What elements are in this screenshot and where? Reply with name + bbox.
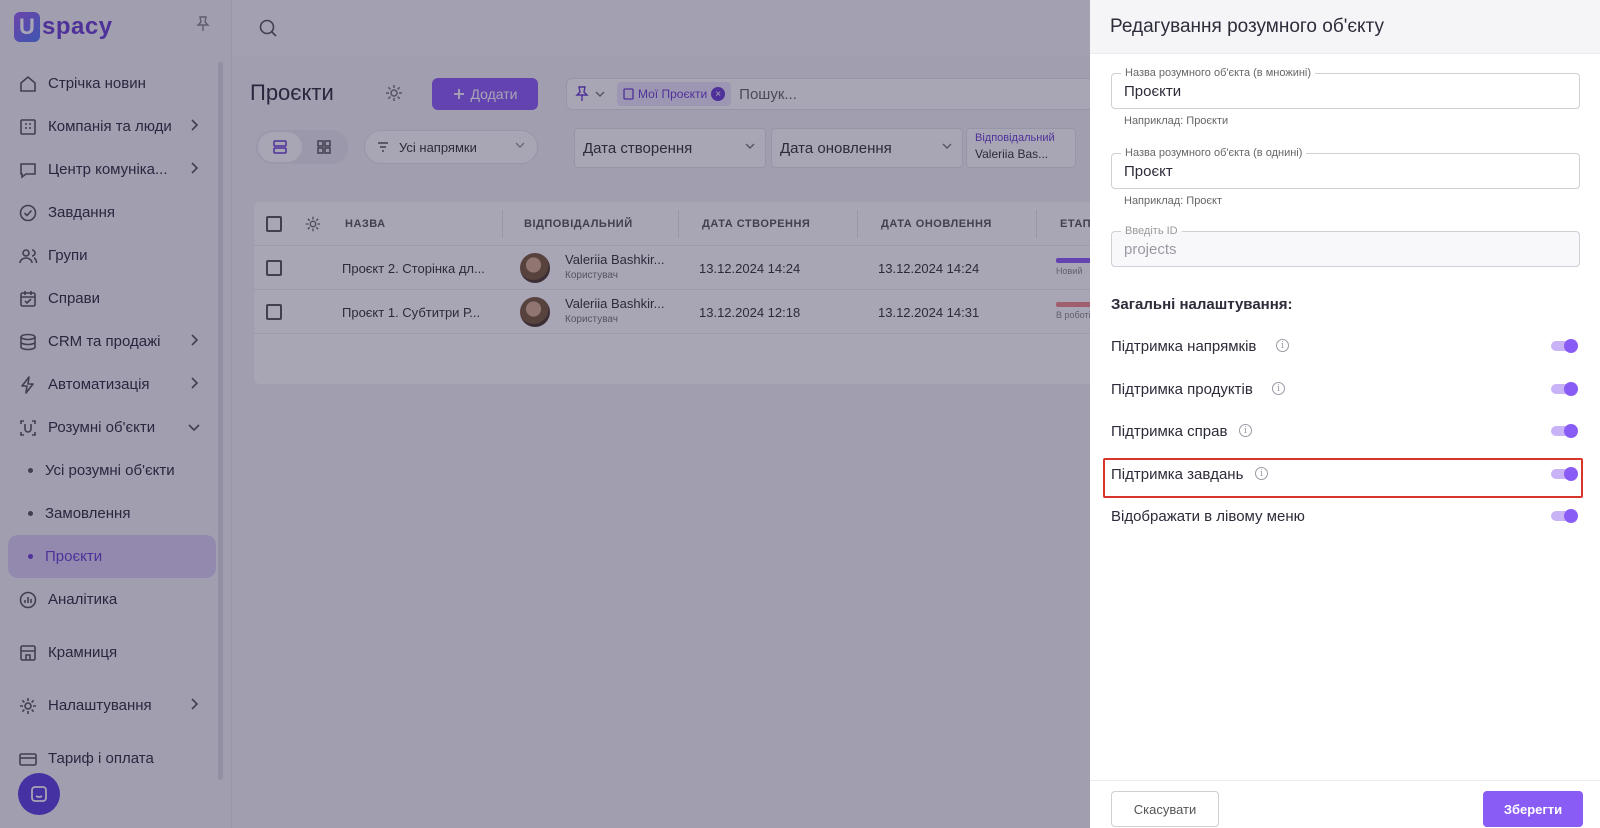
id-label: Введіть ID xyxy=(1121,225,1182,237)
singular-name-field[interactable]: Назва розумного об'єкта (в однині) Проєк… xyxy=(1111,147,1580,189)
plural-name-input[interactable]: Проєкти xyxy=(1124,83,1181,100)
toggle-label: Підтримка продуктів xyxy=(1111,381,1253,398)
info-icon[interactable]: i xyxy=(1272,382,1285,395)
plural-name-label: Назва розумного об'єкта (в множині) xyxy=(1121,67,1316,79)
info-icon[interactable]: i xyxy=(1255,467,1268,480)
toggle-label: Підтримка завдань xyxy=(1111,466,1244,483)
switch-knob xyxy=(1564,382,1578,396)
toggle-row-left-menu: Відображати в лівому меню xyxy=(1111,501,1580,531)
switch-knob xyxy=(1564,467,1578,481)
toggle-row-directions: Підтримка напрямків i xyxy=(1111,331,1580,361)
singular-name-hint: Наприклад: Проєкт xyxy=(1124,195,1223,207)
toggle-switch-directions[interactable] xyxy=(1551,339,1578,353)
switch-knob xyxy=(1564,509,1578,523)
plural-name-field[interactable]: Назва розумного об'єкта (в множині) Проє… xyxy=(1111,67,1580,109)
toggle-switch-activities[interactable] xyxy=(1551,424,1578,438)
toggle-label: Підтримка напрямків xyxy=(1111,338,1257,355)
toggle-switch-left-menu[interactable] xyxy=(1551,509,1578,523)
edit-smart-object-drawer: Редагування розумного об'єкту Назва розу… xyxy=(1090,0,1600,828)
toggle-row-activities: Підтримка справ i xyxy=(1111,416,1580,446)
id-input: projects xyxy=(1124,241,1177,258)
singular-name-input[interactable]: Проєкт xyxy=(1124,163,1173,180)
switch-knob xyxy=(1564,339,1578,353)
toggle-label: Відображати в лівому меню xyxy=(1111,508,1305,525)
save-button[interactable]: Зберегти xyxy=(1483,791,1583,827)
toggle-switch-products[interactable] xyxy=(1551,382,1578,396)
toggle-row-products: Підтримка продуктів i xyxy=(1111,374,1580,404)
cancel-button[interactable]: Скасувати xyxy=(1111,791,1219,827)
singular-name-label: Назва розумного об'єкта (в однині) xyxy=(1121,147,1307,159)
info-icon[interactable]: i xyxy=(1276,339,1289,352)
toggle-row-tasks: Підтримка завдань i xyxy=(1111,459,1580,489)
modal-backdrop[interactable] xyxy=(0,0,1090,828)
id-field: Введіть ID projects xyxy=(1111,225,1580,267)
toggle-label: Підтримка справ xyxy=(1111,423,1228,440)
info-icon[interactable]: i xyxy=(1239,424,1252,437)
drawer-header: Редагування розумного об'єкту xyxy=(1090,0,1600,54)
drawer-title: Редагування розумного об'єкту xyxy=(1110,16,1384,37)
general-settings-title: Загальні налаштування: xyxy=(1111,296,1293,313)
drawer-footer: Скасувати Зберегти xyxy=(1090,780,1600,828)
toggle-switch-tasks[interactable] xyxy=(1551,467,1578,481)
plural-name-hint: Наприклад: Проєкти xyxy=(1124,115,1229,127)
switch-knob xyxy=(1564,424,1578,438)
